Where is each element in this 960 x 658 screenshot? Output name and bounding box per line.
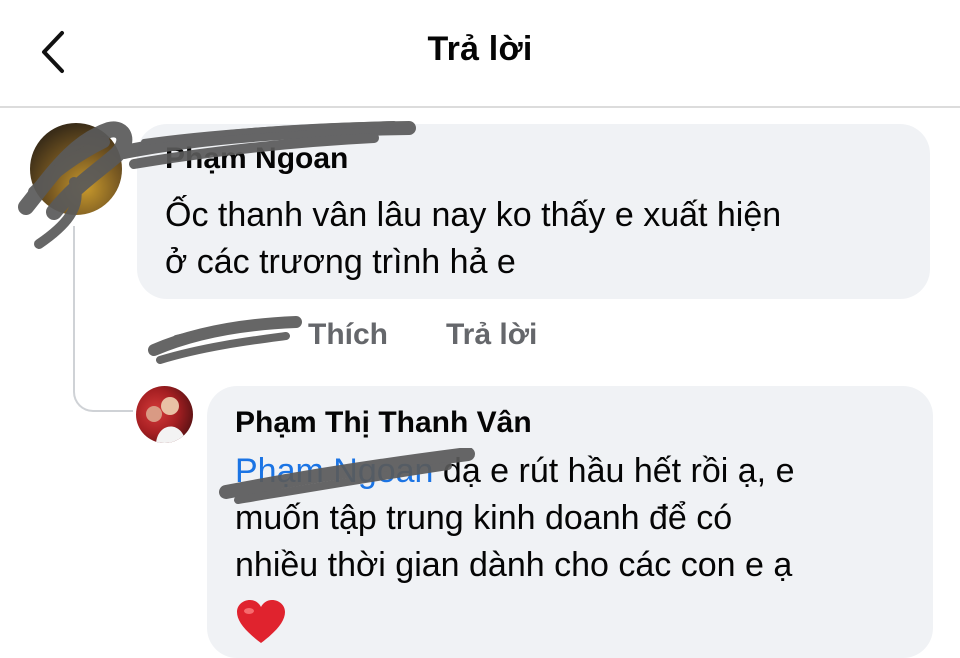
comment-author[interactable]: Phạm Ngoan [165, 140, 348, 178]
reply-text-line: nhiều thời gian dành cho các con e ạ [235, 546, 793, 584]
reply-author[interactable]: Phạm Thị Thanh Vân [235, 404, 905, 442]
mention-link[interactable]: Phạm Ngoan [235, 452, 433, 490]
page-title: Trả lời [427, 30, 533, 68]
comment-bubble: Phạm Ngoan Ốc thanh vân lâu nay ko thấy … [137, 124, 930, 299]
comment-text-line: Ốc thanh vân lâu nay ko thấy e xuất hiện [165, 196, 782, 234]
avatar[interactable] [30, 123, 122, 215]
reply-button[interactable]: Trả lời [446, 318, 537, 352]
thread-connector-line [73, 226, 133, 412]
comment-text-line: ở các trương trình hả e [165, 243, 516, 281]
comment-text: Ốc thanh vân lâu nay ko thấy e xuất hiện… [165, 192, 905, 286]
reply-text-line: muốn tập trung kinh doanh để có [235, 499, 733, 537]
reply-text: Phạm Ngoan dạ e rút hầu hết rồi ạ, e muố… [235, 448, 915, 658]
avatar[interactable] [136, 386, 193, 443]
header-bar: Trả lời [0, 0, 960, 108]
reply-bubble: Phạm Thị Thanh Vân Phạm Ngoan dạ e rút h… [207, 386, 933, 658]
like-button[interactable]: Thích [308, 318, 388, 352]
comment-actions: Thích Trả lời [150, 316, 570, 360]
reply-text-line: Phạm Ngoan dạ e rút hầu hết rồi ạ, e [235, 452, 795, 490]
heart-icon [235, 599, 287, 658]
avatar-photo [146, 397, 186, 443]
